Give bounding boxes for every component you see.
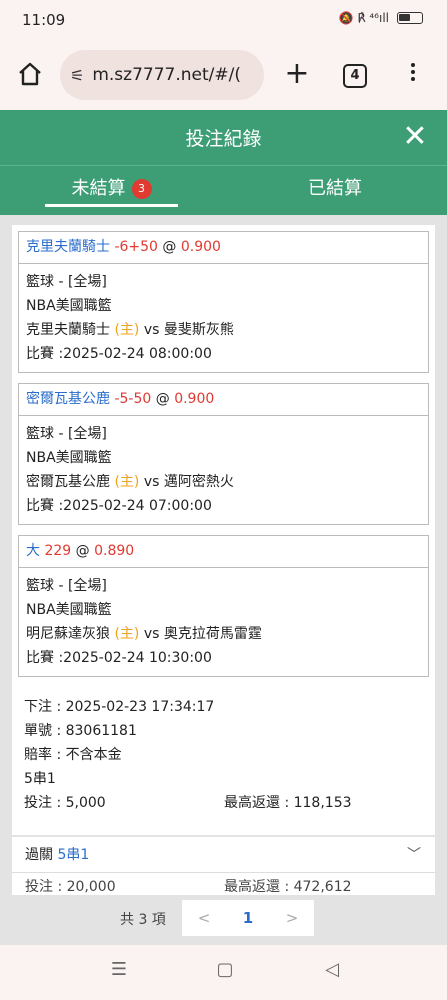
stake-amount: 投注 : 5,000: [24, 795, 106, 811]
address-bar[interactable]: ⚟ m.sz7777.net/#/(: [60, 50, 264, 100]
home-team: 明尼蘇達灰狼: [26, 626, 110, 642]
bet-selection: 大 229 @ 0.890: [19, 536, 428, 568]
match-time: 比賽 :2025-02-24 07:00:00: [26, 498, 212, 514]
home-team: 密爾瓦基公鹿: [26, 474, 110, 490]
home-icon[interactable]: [16, 60, 44, 88]
bet-odds: 0.890: [94, 543, 135, 559]
parlay-stake: 投注 : 20,000: [25, 879, 116, 895]
tab-unsettled-label: 未結算: [71, 178, 126, 199]
home-tag: (主): [114, 322, 140, 338]
order-number: 單號 : 83061181: [24, 723, 137, 739]
bet-odds: 0.900: [180, 239, 221, 255]
parlay-max-return: 最高返還 : 472,612: [224, 879, 352, 895]
bet-matchup: 密爾瓦基公鹿 (主) vs 邁阿密熱火: [26, 470, 421, 494]
tab-unsettled[interactable]: 未結算 3: [45, 166, 178, 216]
status-icons: 🔕 ℟ ⁴⁶ıll: [339, 11, 423, 25]
away-team: 邁阿密熱火: [163, 474, 234, 490]
bet-at: @: [155, 391, 170, 407]
vs-label: vs: [143, 626, 160, 642]
parlay-header[interactable]: 過關 5串1 ﹀: [12, 837, 435, 873]
bet-odds: 0.900: [174, 391, 215, 407]
page-title: 投注紀錄: [185, 128, 262, 150]
bet-sport: 籃球 - [全場]: [26, 578, 107, 594]
pagination: 共 3 項 < 1 >: [0, 895, 447, 945]
bet-at: @: [162, 239, 177, 255]
browser-toolbar: ⚟ m.sz7777.net/#/( + 4: [0, 40, 447, 110]
bet-item: 大 229 @ 0.890 籃球 - [全場] NBA美國職籃 明尼蘇達灰狼 (…: [18, 535, 429, 677]
url-text[interactable]: m.sz7777.net/#/(: [92, 65, 241, 85]
system-nav-bar: ☰ ▢ ◁: [0, 945, 447, 1000]
bet-line: -5-50: [114, 391, 152, 407]
home-nav-icon[interactable]: ▢: [210, 959, 240, 980]
unsettled-count-badge: 3: [131, 179, 152, 199]
bet-team: 克里夫蘭騎士: [26, 239, 110, 255]
active-tab-indicator: [45, 204, 178, 207]
home-team: 克里夫蘭騎士: [26, 322, 110, 338]
vs-label: vs: [143, 474, 160, 490]
bet-sport: 籃球 - [全場]: [26, 274, 107, 290]
signal-icons: 🔕 ℟ ⁴⁶ıll: [338, 11, 389, 25]
tab-switcher-button[interactable]: 4: [343, 64, 367, 88]
away-team: 奧克拉荷馬雷霆: [163, 626, 262, 642]
parlay-type: 5串1: [57, 847, 90, 863]
bet-item: 密爾瓦基公鹿 -5-50 @ 0.900 籃球 - [全場] NBA美國職籃 密…: [18, 383, 429, 525]
home-tag: (主): [114, 626, 140, 642]
parlay-label: 過關: [25, 847, 53, 863]
next-page-button[interactable]: >: [270, 900, 314, 936]
order-summary: 下注 : 2025-02-23 17:34:17 單號 : 83061181 賠…: [24, 695, 424, 815]
bet-item: 克里夫蘭騎士 -6+50 @ 0.900 籃球 - [全場] NBA美國職籃 克…: [18, 231, 429, 373]
page-header: 投注紀錄 ✕: [0, 110, 447, 165]
vs-label: vs: [143, 322, 160, 338]
bet-at: @: [75, 543, 90, 559]
total-count: 共 3 項: [120, 912, 166, 928]
match-time: 比賽 :2025-02-24 10:30:00: [26, 650, 212, 666]
bet-team: 大: [26, 543, 40, 559]
more-menu-icon[interactable]: [405, 60, 421, 90]
battery-icon: [397, 12, 423, 24]
bet-league: NBA美國職籃: [26, 450, 112, 466]
match-time: 比賽 :2025-02-24 08:00:00: [26, 346, 212, 362]
parlay-card[interactable]: 過關 5串1 ﹀ 投注 : 20,000 最高返還 : 472,612: [12, 837, 435, 895]
status-bar: 11:09 🔕 ℟ ⁴⁶ıll: [0, 0, 447, 40]
bet-line: -6+50: [114, 239, 158, 255]
content-area: 克里夫蘭騎士 -6+50 @ 0.900 籃球 - [全場] NBA美國職籃 克…: [0, 215, 447, 895]
home-tag: (主): [114, 474, 140, 490]
bet-sport: 籃球 - [全場]: [26, 426, 107, 442]
site-settings-icon[interactable]: ⚟: [70, 66, 84, 85]
placed-time: 下注 : 2025-02-23 17:34:17: [24, 699, 215, 715]
bet-matchup: 克里夫蘭騎士 (主) vs 曼斐斯灰熊: [26, 318, 421, 342]
bet-selection: 克里夫蘭騎士 -6+50 @ 0.900: [19, 232, 428, 264]
menu-icon[interactable]: ☰: [104, 959, 134, 980]
stake-row: 投注 : 5,000 最高返還 : 118,153: [24, 791, 424, 815]
tab-bar: 未結算 3 已結算: [0, 165, 447, 215]
bet-matchup: 明尼蘇達灰狼 (主) vs 奧克拉荷馬雷霆: [26, 622, 421, 646]
parlay-stake-row: 投注 : 20,000 最高返還 : 472,612: [12, 873, 435, 895]
page-number-button[interactable]: 1: [226, 900, 270, 936]
parlay-type: 5串1: [24, 771, 56, 787]
max-return: 最高返還 : 118,153: [224, 795, 352, 811]
new-tab-button[interactable]: +: [282, 54, 312, 94]
order-card: 克里夫蘭騎士 -6+50 @ 0.900 籃球 - [全場] NBA美國職籃 克…: [12, 225, 435, 835]
bet-team: 密爾瓦基公鹿: [26, 391, 110, 407]
prev-page-button[interactable]: <: [182, 900, 226, 936]
tab-settled[interactable]: 已結算: [290, 166, 380, 216]
away-team: 曼斐斯灰熊: [163, 322, 234, 338]
chevron-down-icon[interactable]: ﹀: [407, 837, 421, 873]
bet-line: 229: [44, 543, 72, 559]
close-button[interactable]: ✕: [401, 120, 429, 154]
status-time: 11:09: [22, 11, 66, 29]
back-icon[interactable]: ◁: [317, 959, 347, 980]
bet-league: NBA美國職籃: [26, 602, 112, 618]
bet-league: NBA美國職籃: [26, 298, 112, 314]
odds-type: 賠率 : 不含本金: [24, 747, 122, 763]
bet-selection: 密爾瓦基公鹿 -5-50 @ 0.900: [19, 384, 428, 416]
